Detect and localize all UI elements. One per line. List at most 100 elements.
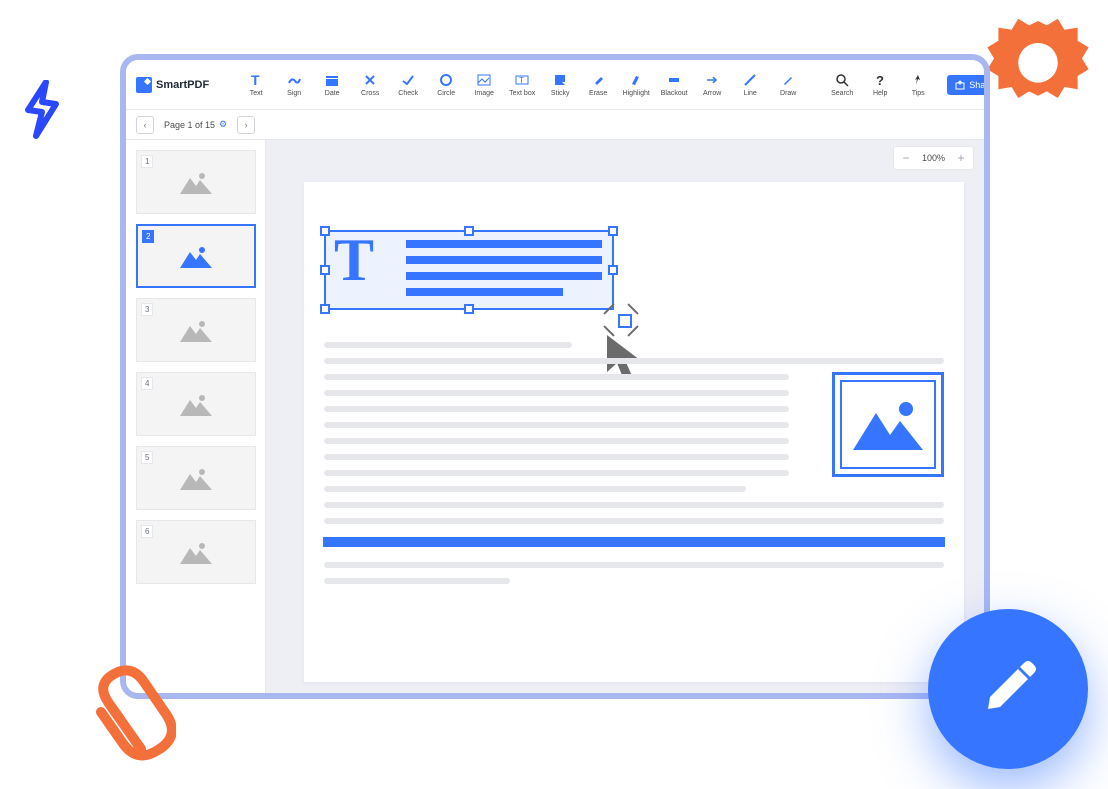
tips-icon: [911, 73, 925, 87]
text-line: [324, 390, 789, 396]
canvas-area[interactable]: − 100% + T: [266, 140, 984, 693]
line-icon: [743, 73, 757, 87]
text-line: [324, 470, 789, 476]
zoom-value: 100%: [916, 153, 951, 163]
decorative-lightning-icon: [22, 80, 62, 145]
selected-line[interactable]: [324, 538, 944, 546]
page-thumbnail-6[interactable]: 6: [136, 520, 256, 584]
resize-handle[interactable]: [608, 265, 618, 275]
app-logo[interactable]: SmartPDF: [136, 77, 219, 93]
image-icon: [848, 395, 928, 455]
sub-toolbar: ‹ Page 1 of 15 ⚙ ›: [126, 110, 984, 140]
check-icon: [401, 73, 415, 87]
text-line: [324, 406, 789, 412]
svg-text:?: ?: [876, 73, 884, 87]
decorative-gear: [983, 10, 1093, 120]
main-toolbar: SmartPDF TText Sign Date Cross Check Cir…: [126, 60, 984, 110]
page-navigation: ‹ Page 1 of 15 ⚙ ›: [136, 116, 255, 134]
image-icon: [477, 73, 491, 87]
zoom-control: − 100% +: [893, 146, 974, 170]
logo-icon: [136, 77, 152, 93]
tips-tool[interactable]: Tips: [901, 65, 935, 105]
text-line: [324, 438, 789, 444]
pencil-icon: [781, 73, 795, 87]
gear-icon[interactable]: ⚙: [219, 119, 227, 130]
text-tool[interactable]: TText: [239, 65, 273, 105]
text-line: [324, 342, 572, 348]
erase-icon: [591, 73, 605, 87]
date-tool[interactable]: Date: [315, 65, 349, 105]
search-tool[interactable]: Search: [825, 65, 859, 105]
share-button[interactable]: Share: [947, 75, 990, 95]
text-selection-box[interactable]: T: [324, 230, 614, 310]
page-indicator: Page 1 of 15 ⚙: [164, 119, 227, 130]
arrow-icon: [705, 73, 719, 87]
resize-handle[interactable]: [320, 226, 330, 236]
check-tool[interactable]: Check: [391, 65, 425, 105]
text-line: [324, 454, 789, 460]
zoom-in-button[interactable]: +: [951, 149, 971, 167]
erase-tool[interactable]: Erase: [581, 65, 615, 105]
image-placeholder[interactable]: [832, 372, 944, 477]
page-thumbnail-5[interactable]: 5: [136, 446, 256, 510]
svg-text:T: T: [519, 76, 524, 85]
image-placeholder-icon: [180, 466, 212, 490]
decorative-paperclip-icon: [86, 654, 176, 769]
resize-handle-se[interactable]: [618, 314, 632, 328]
sign-tool[interactable]: Sign: [277, 65, 311, 105]
textbox-tool[interactable]: TText box: [505, 65, 539, 105]
resize-handle[interactable]: [464, 226, 474, 236]
text-line: [324, 578, 510, 584]
textbox-icon: T: [515, 73, 529, 87]
blackout-tool[interactable]: Blackout: [657, 65, 691, 105]
page-thumbnail-3[interactable]: 3: [136, 298, 256, 362]
editing-tools: TText Sign Date Cross Check Circle Image…: [239, 65, 805, 105]
text-line: [324, 358, 944, 364]
resize-handle[interactable]: [464, 304, 474, 314]
image-placeholder-icon: [180, 540, 212, 564]
text-icon: T: [249, 73, 263, 87]
sticky-tool[interactable]: Sticky: [543, 65, 577, 105]
decorative-edit-fab: [928, 609, 1088, 769]
share-icon: [955, 80, 965, 90]
prev-page-button[interactable]: ‹: [136, 116, 154, 134]
sign-icon: [287, 73, 301, 87]
page-thumbnail-2[interactable]: 2: [136, 224, 256, 288]
resize-handle[interactable]: [320, 304, 330, 314]
thumbnail-sidebar: 1 2 3 4 5 6: [126, 140, 266, 693]
resize-handle[interactable]: [320, 265, 330, 275]
draw-tool[interactable]: Draw: [771, 65, 805, 105]
image-placeholder-icon: [180, 244, 212, 268]
image-placeholder-icon: [180, 392, 212, 416]
cross-icon: [363, 73, 377, 87]
sticky-icon: [553, 73, 567, 87]
highlight-tool[interactable]: Highlight: [619, 65, 653, 105]
text-line: [324, 374, 789, 380]
text-line: [324, 422, 789, 428]
arrow-tool[interactable]: Arrow: [695, 65, 729, 105]
highlight-icon: [629, 73, 643, 87]
next-page-button[interactable]: ›: [237, 116, 255, 134]
zoom-out-button[interactable]: −: [896, 149, 916, 167]
page-thumbnail-1[interactable]: 1: [136, 150, 256, 214]
blackout-icon: [667, 73, 681, 87]
text-lines: [406, 240, 602, 304]
utility-tools: Search ?Help Tips: [825, 65, 935, 105]
svg-text:T: T: [251, 73, 260, 87]
circle-tool[interactable]: Circle: [429, 65, 463, 105]
cross-tool[interactable]: Cross: [353, 65, 387, 105]
image-tool[interactable]: Image: [467, 65, 501, 105]
page-thumbnail-4[interactable]: 4: [136, 372, 256, 436]
help-tool[interactable]: ?Help: [863, 65, 897, 105]
circle-icon: [439, 73, 453, 87]
app-name: SmartPDF: [156, 79, 209, 91]
document-page[interactable]: T: [304, 182, 964, 682]
pencil-icon: [978, 659, 1038, 719]
image-placeholder-icon: [180, 170, 212, 194]
app-window: SmartPDF TText Sign Date Cross Check Cir…: [120, 54, 990, 699]
line-tool[interactable]: Line: [733, 65, 767, 105]
text-line: [324, 502, 944, 508]
resize-handle[interactable]: [608, 226, 618, 236]
text-line: [324, 562, 944, 568]
text-line: [324, 486, 746, 492]
